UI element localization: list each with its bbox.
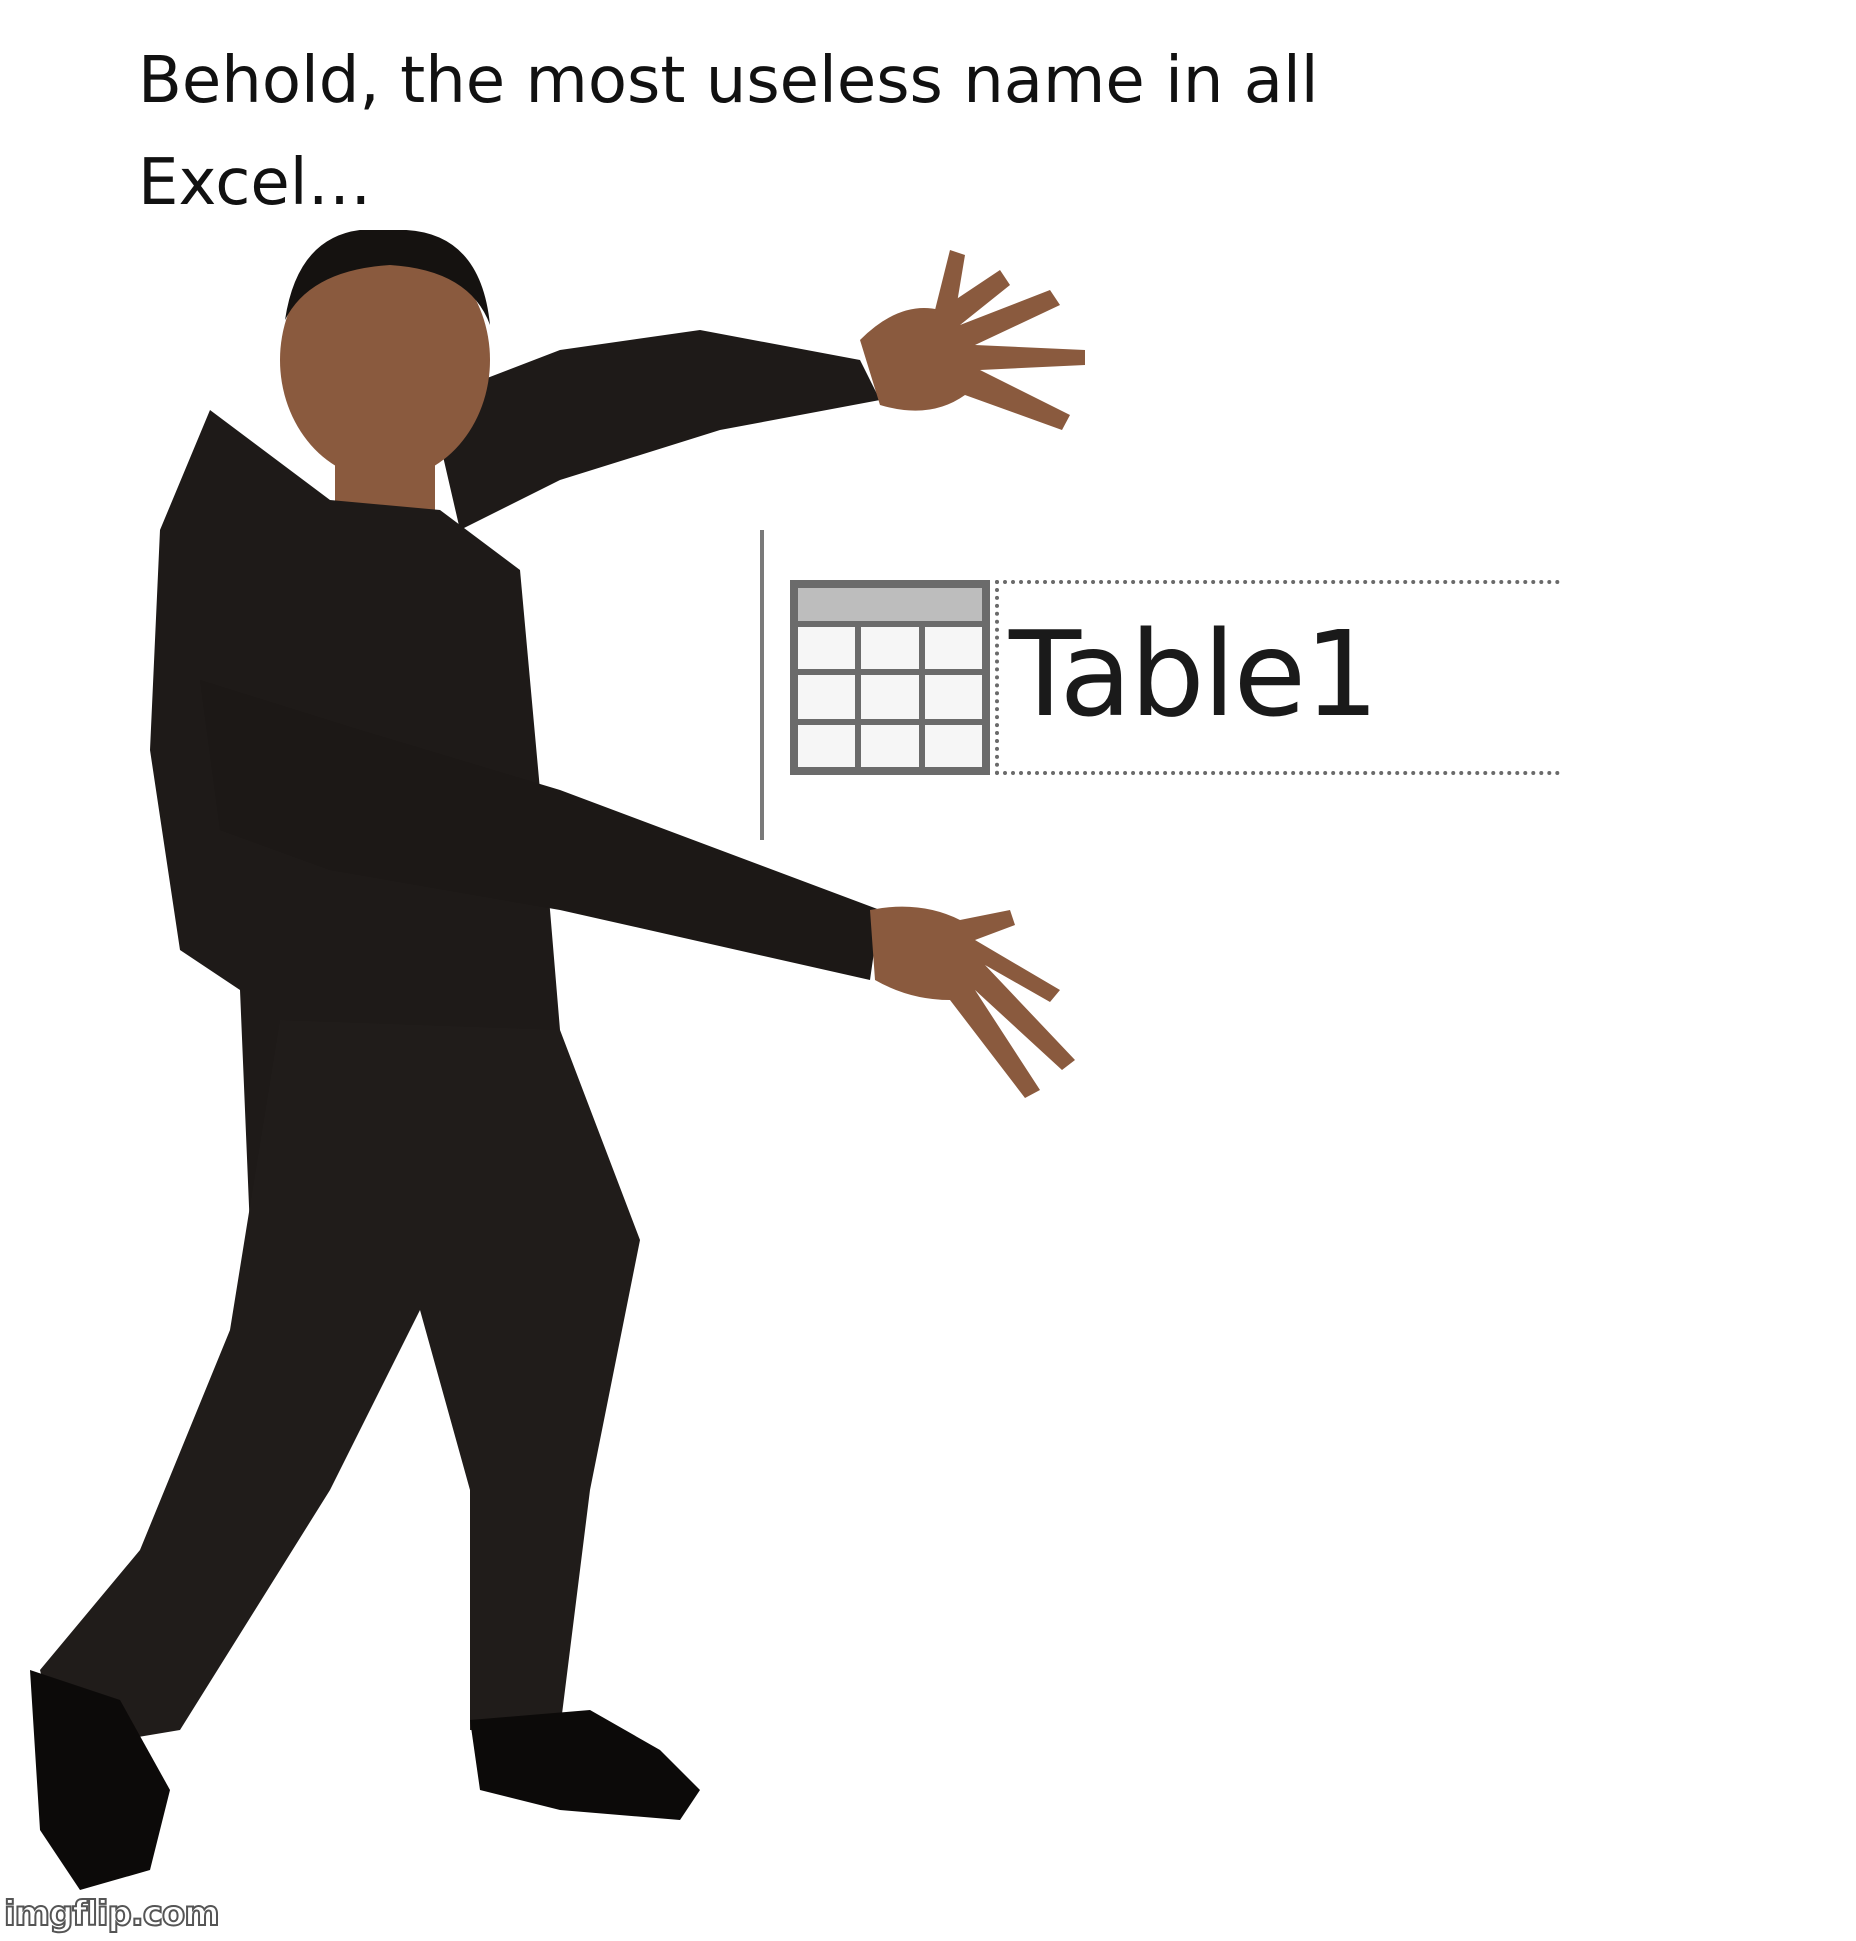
meme-caption: Behold, the most useless name in all Exc…: [138, 30, 1438, 234]
table-icon: [790, 580, 990, 775]
caption-line-1: Behold, the most useless name in all: [138, 44, 1319, 118]
imgflip-watermark: imgflip.com: [3, 1893, 221, 1935]
name-box-value: Table1: [1009, 605, 1379, 743]
person-presenting-figure: [30, 230, 1085, 1890]
vertical-divider: [760, 530, 764, 840]
excel-name-box: Table1: [760, 530, 1560, 850]
name-box-field[interactable]: Table1: [995, 580, 1560, 775]
caption-line-2: Excel…: [138, 146, 372, 220]
